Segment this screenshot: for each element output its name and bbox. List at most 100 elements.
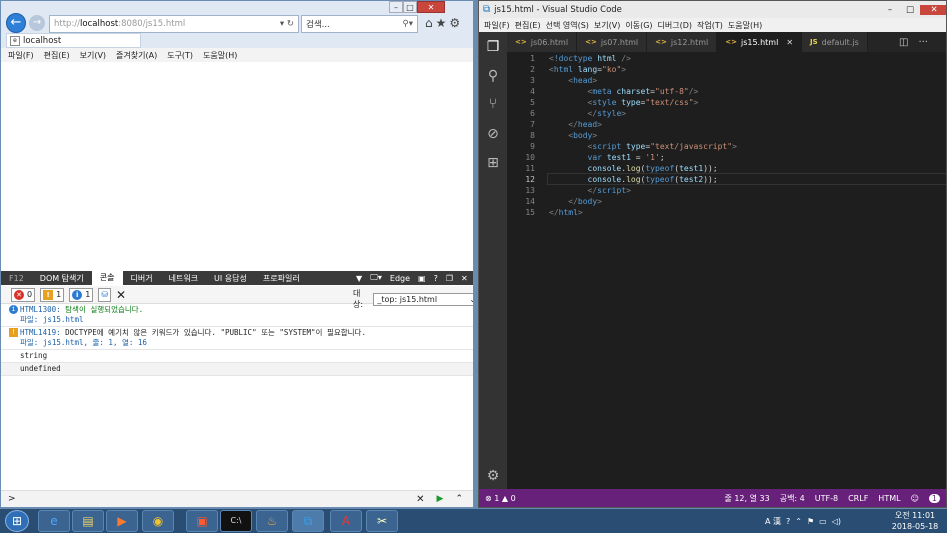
menu-favorites[interactable]: 즐겨찾기(A)	[116, 50, 157, 61]
forward-arrow-icon[interactable]: →	[29, 15, 45, 31]
menu-file[interactable]: 파일(F)	[484, 20, 510, 31]
menu-help[interactable]: 도움말(H)	[203, 50, 237, 61]
emulation-icon[interactable]: 🖵▾	[370, 273, 382, 283]
more-actions-icon[interactable]: ···	[918, 37, 928, 48]
menu-tools[interactable]: 도구(T)	[167, 50, 193, 61]
maximize-button[interactable]: □	[403, 1, 417, 13]
favorites-star-icon[interactable]: ★	[436, 16, 450, 30]
message-file-link[interactable]: 파일: js15.html	[20, 315, 83, 324]
back-arrow-icon[interactable]: ←	[6, 13, 26, 33]
tab-network[interactable]: 네트워크	[161, 273, 206, 284]
undock-icon[interactable]: ❐	[446, 274, 453, 283]
menu-tasks[interactable]: 작업(T)	[697, 20, 723, 31]
ime-indicator[interactable]: A 漢	[765, 516, 781, 527]
source-control-icon[interactable]: ⑂	[479, 96, 507, 112]
taskbar-pdf-icon[interactable]: A	[330, 510, 362, 532]
network-icon[interactable]: ▭	[819, 517, 827, 526]
menu-selection[interactable]: 선택 영역(S)	[546, 20, 589, 31]
search-input[interactable]: 검색... ⚲▾	[301, 15, 418, 33]
home-icon[interactable]: ⌂	[425, 16, 436, 30]
tab-default-js[interactable]: JS default.js	[802, 32, 868, 52]
html-file-icon: <>	[585, 38, 597, 46]
run-icon[interactable]: ▶	[437, 494, 444, 504]
close-tab-icon[interactable]: ✕	[786, 38, 793, 47]
gear-icon[interactable]: ⚙	[449, 16, 463, 30]
tab-ui-responsiveness[interactable]: UI 응답성	[206, 273, 255, 284]
document-mode[interactable]: Edge	[390, 274, 410, 283]
flag-icon[interactable]: ⚑	[807, 517, 814, 526]
vscode-window: ⧉ js15.html - Visual Studio Code – □ ✕ 파…	[478, 0, 947, 508]
tab-console[interactable]: 콘솔	[91, 271, 123, 285]
error-filter-button[interactable]: ✕ 0	[11, 287, 36, 302]
more-tabs-icon[interactable]: ▼	[356, 274, 362, 283]
explorer-icon[interactable]: ❐	[479, 39, 507, 55]
expand-icon[interactable]: ⌃	[455, 494, 463, 504]
menu-edit[interactable]: 편집(E)	[44, 50, 70, 61]
clear-console-icon[interactable]: ✕	[116, 288, 126, 302]
close-button[interactable]: ✕	[920, 4, 946, 15]
console-input-bar[interactable]: > ✕ ▶ ⌃	[1, 490, 473, 507]
browser-tab[interactable]: e localhost	[6, 33, 141, 48]
feedback-smiley-icon[interactable]: ☺	[911, 494, 919, 503]
tab-dom-explorer[interactable]: DOM 탐색기	[32, 273, 92, 284]
search-icon[interactable]: ⚲	[479, 68, 507, 84]
info-count: 1	[85, 290, 91, 299]
taskbar-java-icon[interactable]: ♨	[256, 510, 288, 532]
tab-js06[interactable]: <> js06.html	[507, 32, 578, 52]
taskbar-chrome-icon[interactable]: ◉	[142, 510, 174, 532]
filter-settings-icon[interactable]: ⛁	[98, 287, 111, 302]
debug-icon[interactable]: ⊘	[479, 126, 507, 142]
tab-js15-active[interactable]: <> js15.html ✕	[717, 32, 803, 52]
problems-indicator[interactable]: ⊗ 1 ▲ 0	[485, 494, 516, 503]
menu-file[interactable]: 파일(F)	[8, 50, 34, 61]
tray-arrow-icon[interactable]: ⌃	[795, 517, 802, 526]
help-circle-icon[interactable]: ?	[786, 517, 790, 526]
tab-js07[interactable]: <> js07.html	[577, 32, 648, 52]
taskbar-explorer-icon[interactable]: ▤	[72, 510, 104, 532]
tab-profiler[interactable]: 프로파일러	[255, 273, 308, 284]
devtools-close-icon[interactable]: ✕	[461, 274, 468, 283]
search-icon[interactable]: ⚲▾	[403, 19, 414, 29]
encoding[interactable]: UTF-8	[815, 494, 838, 503]
split-editor-icon[interactable]: ◫	[899, 37, 908, 48]
close-button[interactable]: ✕	[417, 1, 445, 13]
gear-icon[interactable]: ⚙	[479, 468, 507, 484]
language-mode[interactable]: HTML	[878, 494, 900, 503]
tab-debugger[interactable]: 디버거	[123, 273, 161, 284]
taskbar-vscode-icon[interactable]: ⧉	[292, 510, 324, 532]
refresh-icon[interactable]: ▾ ↻	[280, 19, 294, 29]
minimize-button[interactable]: –	[389, 1, 403, 13]
cursor-position[interactable]: 줄 12, 열 33	[724, 493, 769, 504]
code-editor[interactable]: 1 2 3 4 5 6 7 8 9 10 11 12 13 14 15 <!doctype html /> …	[507, 52, 946, 489]
help-icon[interactable]: ?	[434, 274, 438, 283]
menu-edit[interactable]: 편집(E)	[515, 20, 541, 31]
menu-help[interactable]: 도움말(H)	[728, 20, 762, 31]
volume-icon[interactable]: ◁)	[832, 517, 841, 526]
menu-go[interactable]: 이동(G)	[625, 20, 652, 31]
taskbar-cmd-icon[interactable]: C:\	[220, 510, 252, 532]
taskbar-ie-icon[interactable]: e	[38, 510, 70, 532]
console-toggle-icon[interactable]: ▣	[418, 274, 426, 283]
maximize-button[interactable]: □	[900, 5, 920, 15]
line-number: 11	[525, 164, 535, 173]
menu-debug[interactable]: 디버그(D)	[658, 20, 692, 31]
line-number: 7	[530, 120, 535, 129]
menu-view[interactable]: 보기(V)	[80, 50, 106, 61]
clear-input-icon[interactable]: ✕	[416, 494, 424, 505]
tab-js12[interactable]: <> js12.html	[647, 32, 718, 52]
notifications-bell[interactable]: 1	[928, 493, 940, 503]
address-bar[interactable]: http://localhost:8080/js15.html ▾ ↻	[49, 15, 299, 33]
taskbar-app-icon[interactable]: ▣	[186, 510, 218, 532]
message-file-link[interactable]: 파일: js15.html, 줄: 1, 열: 16	[20, 338, 147, 347]
start-button-icon[interactable]: ⊞	[5, 510, 29, 532]
minimize-button[interactable]: –	[880, 5, 900, 15]
end-of-line[interactable]: CRLF	[848, 494, 868, 503]
indentation[interactable]: 공백: 4	[780, 493, 805, 504]
menu-view[interactable]: 보기(V)	[594, 20, 620, 31]
warning-filter-button[interactable]: ! 1	[40, 287, 65, 302]
system-clock[interactable]: 오전 11:01 2018-05-18	[885, 510, 945, 532]
info-filter-button[interactable]: i1	[69, 287, 94, 302]
taskbar-media-icon[interactable]: ▶	[106, 510, 138, 532]
taskbar-snipping-icon[interactable]: ✂	[366, 510, 398, 532]
extensions-icon[interactable]: ⊞	[479, 155, 507, 171]
